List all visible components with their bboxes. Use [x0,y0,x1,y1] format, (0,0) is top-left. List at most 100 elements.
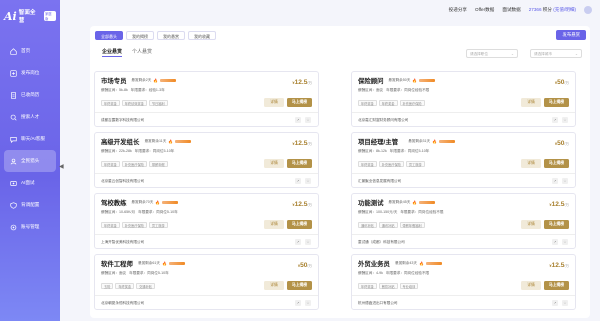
job-card[interactable]: 外贸业务员 悬赏剩余43天 🔥 薪酬区间：4-9k 年限要求：同岗位经验不限 年… [351,254,576,310]
city-select[interactable]: 请选择城市 ⌄ [530,49,582,58]
claim-bounty-button[interactable]: 马上揭榜 [287,220,312,229]
claim-bounty-button[interactable]: 马上揭榜 [287,98,312,107]
favorite-icon[interactable]: ☆ [562,300,568,306]
recharge-link[interactable]: (充值/明细) [553,7,576,12]
detail-button[interactable]: 详情 [521,220,541,229]
sidebar-item-background-check[interactable]: 背调配置 [0,194,60,216]
favorite-icon[interactable]: ☆ [562,239,568,245]
detail-button[interactable]: 详情 [521,281,541,290]
detail-button[interactable]: 详情 [521,159,541,168]
bounty-remaining: 悬赏剩余50天 🔥 [388,78,436,83]
share-icon[interactable]: ↗ [295,178,301,184]
app-logo[interactable]: Ai 智面全营 家庭版 [0,0,60,30]
position-select[interactable]: 请选择职位 ⌄ [466,49,518,58]
favorite-icon[interactable]: ☆ [305,117,311,123]
claim-bounty-button[interactable]: 马上揭榜 [544,220,569,229]
remaining-text: 悬赏剩余70天 [131,200,154,204]
job-title[interactable]: 驾校教练 [101,198,127,207]
sidebar-item-ai-interview[interactable]: AI面试 [0,172,60,194]
job-card[interactable]: 功能测试 悬赏剩余45天 🔥 薪酬区间：100-150元/天 年限要求：同岗位经… [351,193,576,249]
remaining-text: 悬赏剩余43天 [395,261,417,265]
job-title[interactable]: 保险顾问 [358,76,384,85]
share-icon[interactable]: ↗ [295,117,301,123]
favorite-icon[interactable]: ☆ [305,239,311,245]
favorite-icon[interactable]: ☆ [305,300,311,306]
detail-button[interactable]: 详情 [264,98,284,107]
job-card[interactable]: 驾校教练 悬赏剩余70天 🔥 薪酬区间：10-65K/月 年限要求：同岗位5-1… [94,193,319,249]
share-icon[interactable]: ↗ [295,239,301,245]
search-icon [10,114,17,121]
card-divider [95,234,318,235]
claim-bounty-button[interactable]: 马上揭榜 [544,281,569,290]
invite-link[interactable]: 投递分享 [449,7,467,13]
sidebar-item-hunter[interactable]: 全民猎头 [4,150,56,172]
sidebar-item-label: 已收简历 [21,92,40,97]
fire-icon: 🔥 [155,200,161,205]
favorite-icon[interactable]: ☆ [305,178,311,184]
sidebar-item-home[interactable]: 首页 [0,40,60,62]
job-title[interactable]: 市场专员 [101,76,127,85]
fire-icon: 🔥 [432,139,438,144]
detail-button[interactable]: 详情 [264,220,284,229]
salary-and-years: 薪酬区间：4-9k 年限要求：同岗位经验不限 [358,271,429,276]
detail-button[interactable]: 详情 [264,159,284,168]
fire-icon: 🔥 [412,200,418,205]
salary-range: 薪酬区间：4-9k [358,271,383,275]
job-title[interactable]: 项目经理/主管 [358,137,398,146]
job-title[interactable]: 功能测试 [358,198,384,207]
tab-my-favorites[interactable]: 我的收藏 [188,31,216,40]
years-requirement: 年限要求：同岗位5-10年 [138,210,178,214]
tab-my-claims[interactable]: 我的揭榜 [126,31,154,40]
credits-display: 27366 积分 (充值/明细) [529,7,576,13]
claim-bounty-button[interactable]: 马上揭榜 [287,281,312,290]
claim-bounty-button[interactable]: 马上揭榜 [544,159,569,168]
publish-bounty-button[interactable]: 发布悬赏 [556,30,586,40]
job-title[interactable]: 外贸业务员 [358,259,390,268]
favorite-icon[interactable]: ☆ [562,178,568,184]
job-card[interactable]: 高级开发组长 悬赏剩余11天 🔥 薪酬区间：22k-28k 年限要求：同岗位5-… [94,132,319,188]
sidebar-item-account[interactable]: 账号管理 [0,216,60,238]
benefit-tag: 年终奖金 [101,100,120,106]
favorite-icon[interactable]: ☆ [562,117,568,123]
interview-data-link[interactable]: 面试数据 [502,7,520,13]
detail-button[interactable]: 详情 [264,281,284,290]
benefit-tag: 年终奖金 [358,161,377,167]
share-icon[interactable]: ↗ [552,178,558,184]
sidebar-item-chat[interactable]: 聊天/AI客服 [0,128,60,150]
tab-all-bounties[interactable]: 全部悬头 [95,31,123,40]
collapse-sidebar-icon[interactable]: ◀ [59,163,64,170]
tab-enterprise-bounty[interactable]: 企业悬赏 [102,48,123,57]
offer-data-link[interactable]: Offer数据 [475,7,494,13]
bounty-price: ¥12.5/万 [549,262,569,269]
benefit-tag: 年终奖金 [101,222,120,228]
share-icon[interactable]: ↗ [295,300,301,306]
avatar[interactable] [584,6,592,14]
claim-bounty-button[interactable]: 马上揭榜 [287,159,312,168]
sidebar-item-resumes[interactable]: 已收简历 [0,84,60,106]
price-value: 12.5 [294,79,308,86]
job-card[interactable]: 市场专员 悬赏剩余2天 🔥 薪酬区间：5k-8k 年限要求：经验1-3年 年终奖… [94,71,319,127]
benefit-tag: 年终绩效奖金 [121,100,147,106]
job-card[interactable]: 项目经理/主管 悬赏剩余31天 🔥 薪酬区间：8k-12k 年限要求：同岗位5-… [351,132,576,188]
share-icon[interactable]: ↗ [552,239,558,245]
sidebar-item-label: 搜索人才 [21,114,40,119]
claim-bounty-button[interactable]: 马上揭榜 [544,98,569,107]
share-icon[interactable]: ↗ [552,117,558,123]
card-divider [95,112,318,113]
detail-button[interactable]: 详情 [521,98,541,107]
job-card[interactable]: 软件工程师 悬赏剩余61天 🔥 薪酬区间：面议 年限要求：同岗位5-10年 五险… [94,254,319,310]
benefit-tag: 年终奖金 [101,161,120,167]
share-icon[interactable]: ↗ [552,300,558,306]
job-title[interactable]: 高级开发组长 [101,137,139,146]
benefit-tags: 年终奖金 补充医疗保险 带薪年假 [101,161,168,167]
sidebar-item-post-job[interactable]: 发布岗位 [0,62,60,84]
sidebar-item-search-talent[interactable]: 搜索人才 [0,106,60,128]
hunter-icon [10,158,17,164]
tab-my-bounties[interactable]: 我的悬赏 [157,31,185,40]
app-name: 智面全营 [18,10,36,24]
job-card[interactable]: 保险顾问 悬赏剩余50天 🔥 薪酬区间：面议 年限要求：同岗位经验不限 年终奖金… [351,71,576,127]
position-select-placeholder: 请选择职位 [470,52,488,56]
salary-range: 薪酬区间：100-150元/天 [358,210,398,214]
job-title[interactable]: 软件工程师 [101,259,133,268]
tab-personal-bounty[interactable]: 个人悬赏 [132,48,152,57]
